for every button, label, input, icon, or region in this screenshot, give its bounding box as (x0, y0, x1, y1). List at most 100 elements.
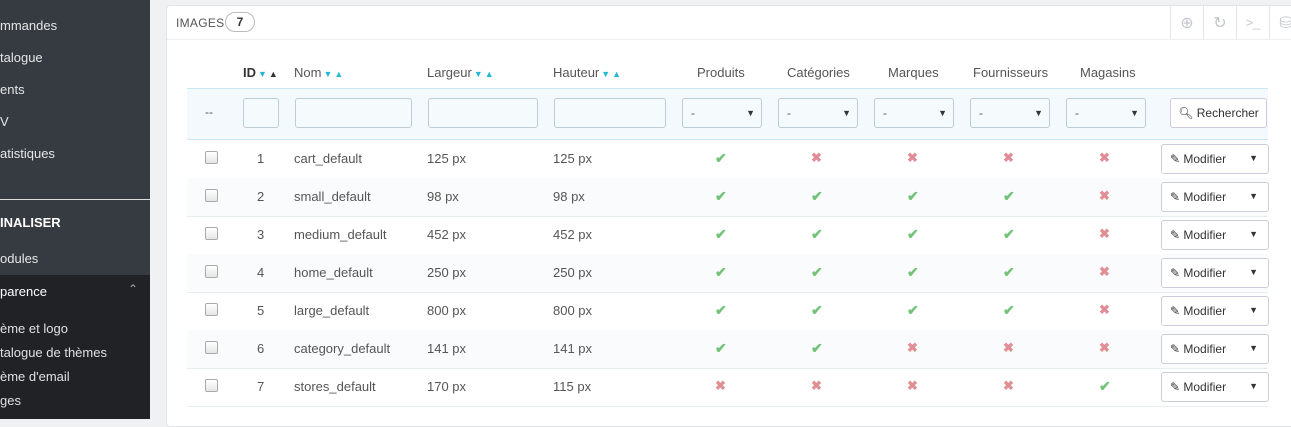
refresh-icon[interactable]: ↻ (1203, 6, 1236, 39)
cell-height: 141 px (553, 341, 593, 356)
cell-name: small_default (294, 189, 371, 204)
filter-id-input[interactable] (243, 98, 279, 128)
header-width-label: Largeur (427, 65, 472, 80)
filter-brands-select[interactable]: - ▼ (874, 98, 954, 128)
sidebar-sub-theme-catalog[interactable]: talogue de thèmes (0, 345, 107, 360)
pencil-icon: ✎ (1170, 266, 1184, 280)
cross-icon: ✖ (907, 150, 918, 165)
check-icon: ✔ (715, 264, 727, 280)
edit-button-main[interactable]: ✎ Modifier (1170, 266, 1226, 280)
cross-icon: ✖ (1099, 340, 1110, 355)
caret-down-icon[interactable]: ▼ (1249, 191, 1258, 201)
sort-asc-icon[interactable]: ▲ (612, 69, 621, 79)
database-icon[interactable]: ⛁ (1269, 6, 1291, 39)
sort-desc-icon[interactable]: ▼ (474, 69, 483, 79)
row-checkbox[interactable] (205, 379, 218, 392)
cell-name: stores_default (294, 379, 376, 394)
table-row: 6 category_default 141 px 141 px ✔ ✔ ✖ ✖ ✖ ✎ Modi… (187, 330, 1269, 369)
cell-width: 98 px (427, 189, 459, 204)
row-checkbox[interactable] (205, 303, 218, 316)
cell-height: 800 px (553, 303, 593, 318)
cross-icon: ✖ (1099, 150, 1110, 165)
caret-down-icon[interactable]: ▼ (1249, 305, 1258, 315)
edit-button-label: Modifier (1183, 304, 1227, 318)
plus-circle-icon[interactable]: ⊕ (1170, 6, 1203, 39)
edit-button-main[interactable]: ✎ Modifier (1170, 228, 1226, 242)
check-icon: ✔ (1003, 264, 1015, 280)
caret-down-icon[interactable]: ▼ (1249, 153, 1258, 163)
edit-button[interactable]: ✎ Modifier ▼ (1161, 372, 1269, 402)
row-checkbox[interactable] (205, 341, 218, 354)
cell-id: 7 (257, 379, 265, 394)
row-checkbox[interactable] (205, 227, 218, 240)
sidebar-item-stats[interactable]: atistiques (0, 146, 55, 161)
header-height[interactable]: Hauteur ▼ ▲ (553, 65, 621, 80)
edit-button-main[interactable]: ✎ Modifier (1170, 152, 1226, 166)
edit-button-main[interactable]: ✎ Modifier (1170, 342, 1226, 356)
cell-height: 115 px (553, 379, 592, 394)
sort-desc-icon[interactable]: ▼ (601, 69, 610, 79)
filter-width-input[interactable] (428, 98, 538, 128)
sidebar-item-modules[interactable]: odules (0, 251, 38, 266)
cross-icon: ✖ (1003, 150, 1014, 165)
sidebar-sub-email-theme[interactable]: ème d'email (0, 369, 70, 384)
search-button[interactable]: 🔍︎ Rechercher (1170, 98, 1267, 128)
row-checkbox[interactable] (205, 151, 218, 164)
filter-categories-select[interactable]: - ▼ (778, 98, 858, 128)
chevron-up-icon[interactable]: ⌃ (128, 282, 138, 296)
sidebar-item-customers[interactable]: ents (0, 82, 25, 97)
header-id-label: ID (243, 65, 256, 80)
table-row: 2 small_default 98 px 98 px ✔ ✔ ✔ ✔ ✖ ✎ Modifier ▼ (187, 178, 1269, 217)
sidebar-item-catalog[interactable]: talogue (0, 50, 43, 65)
sort-asc-icon[interactable]: ▲ (269, 69, 278, 79)
edit-button[interactable]: ✎ Modifier ▼ (1161, 296, 1269, 326)
edit-button-main[interactable]: ✎ Modifier (1170, 380, 1226, 394)
filter-products-select[interactable]: - ▼ (682, 98, 762, 128)
caret-down-icon[interactable]: ▼ (1249, 343, 1258, 353)
header-categories: Catégories (787, 65, 850, 80)
edit-button[interactable]: ✎ Modifier ▼ (1161, 334, 1269, 364)
edit-button[interactable]: ✎ Modifier ▼ (1161, 182, 1269, 212)
cell-width: 141 px (427, 341, 467, 356)
filter-suppliers-select[interactable]: - ▼ (970, 98, 1050, 128)
cell-height: 125 px (553, 151, 593, 166)
sort-asc-icon[interactable]: ▲ (334, 69, 343, 79)
sidebar-section-personalize: INALISER (0, 215, 61, 230)
edit-button[interactable]: ✎ Modifier ▼ (1161, 258, 1269, 288)
sidebar-item-sav[interactable]: V (0, 114, 9, 129)
check-icon: ✔ (811, 302, 823, 318)
row-checkbox[interactable] (205, 189, 218, 202)
header-id[interactable]: ID ▼ ▲ (243, 65, 278, 80)
filter-height-input[interactable] (554, 98, 666, 128)
sort-asc-icon[interactable]: ▲ (485, 69, 494, 79)
caret-down-icon[interactable]: ▼ (1249, 229, 1258, 239)
cross-icon: ✖ (1003, 340, 1014, 355)
sidebar-sub-images[interactable]: ges (0, 393, 21, 408)
check-icon: ✔ (907, 264, 919, 280)
caret-down-icon[interactable]: ▼ (1249, 267, 1258, 277)
sidebar-item-orders[interactable]: mmandes (0, 18, 57, 33)
header-width[interactable]: Largeur ▼ ▲ (427, 65, 494, 80)
sidebar-sub-theme-logo[interactable]: ème et logo (0, 321, 68, 336)
cell-width: 800 px (427, 303, 467, 318)
edit-button-main[interactable]: ✎ Modifier (1170, 190, 1226, 204)
caret-down-icon: ▼ (938, 108, 947, 118)
sort-desc-icon[interactable]: ▼ (323, 69, 332, 79)
cell-height: 452 px (553, 227, 593, 242)
edit-button-main[interactable]: ✎ Modifier (1170, 304, 1226, 318)
check-icon: ✔ (715, 226, 727, 242)
pencil-icon: ✎ (1170, 190, 1184, 204)
sidebar-item-appearance[interactable]: parence (0, 284, 47, 299)
header-name[interactable]: Nom ▼ ▲ (294, 65, 343, 80)
cell-name: category_default (294, 341, 391, 356)
filter-stores-select[interactable]: - ▼ (1066, 98, 1146, 128)
check-icon: ✔ (1003, 302, 1015, 318)
caret-down-icon[interactable]: ▼ (1249, 381, 1258, 391)
filter-name-input[interactable] (295, 98, 412, 128)
sort-desc-icon[interactable]: ▼ (258, 69, 267, 79)
terminal-icon[interactable]: >_ (1236, 6, 1269, 39)
edit-button[interactable]: ✎ Modifier ▼ (1161, 220, 1269, 250)
edit-button[interactable]: ✎ Modifier ▼ (1161, 144, 1269, 174)
check-icon: ✔ (811, 188, 823, 204)
row-checkbox[interactable] (205, 265, 218, 278)
